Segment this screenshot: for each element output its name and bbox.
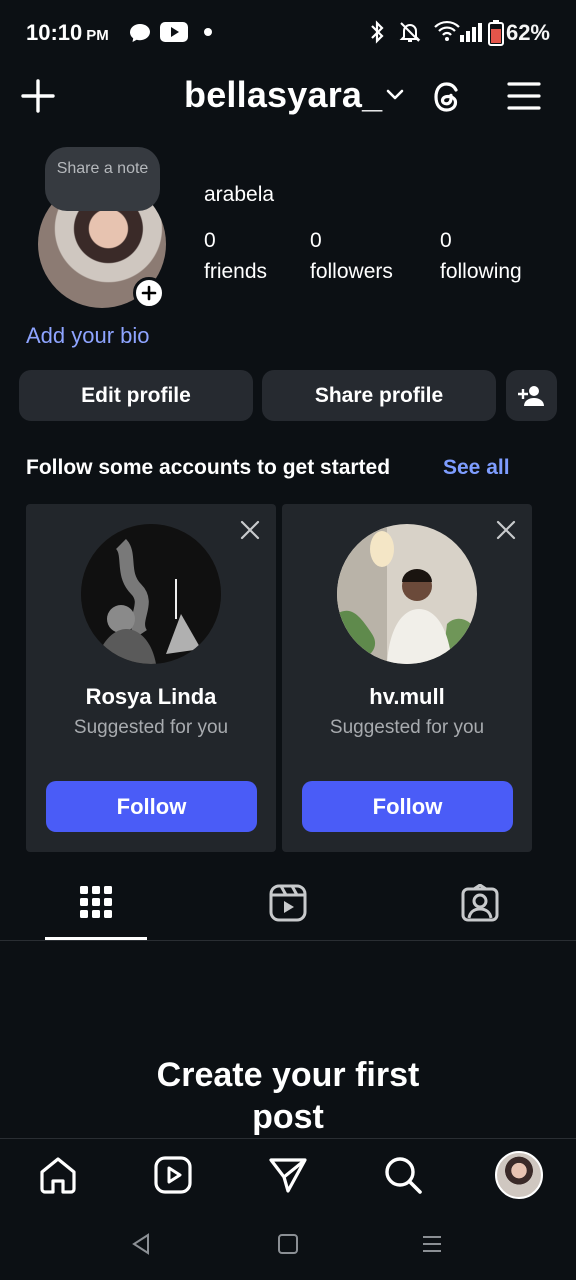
send-icon[interactable] (268, 1155, 308, 1195)
threads-icon[interactable] (429, 78, 465, 116)
bluetooth-icon (368, 20, 386, 44)
battery-icon (488, 20, 504, 46)
stat-label: following (440, 260, 522, 283)
suggestion-avatar[interactable] (337, 524, 477, 664)
stat-value: 0 (440, 229, 452, 252)
suggestions-heading: Follow some accounts to get started (26, 456, 391, 479)
wifi-icon (434, 20, 460, 42)
stat-label: followers (310, 260, 393, 283)
suggestion-name[interactable]: Rosya Linda (26, 684, 276, 710)
add-person-icon (517, 385, 546, 407)
stat-followers[interactable]: 0 followers (310, 225, 393, 287)
menu-hamburger-icon[interactable] (506, 80, 542, 112)
system-home-icon[interactable] (277, 1233, 299, 1255)
profile-nav-avatar[interactable] (495, 1151, 543, 1199)
close-icon[interactable] (494, 518, 518, 542)
edit-profile-button[interactable]: Edit profile (19, 370, 253, 421)
battery-percent: 62% (505, 20, 550, 45)
suggestion-subtitle: Suggested for you (73, 717, 229, 738)
stat-label: friends (204, 260, 268, 283)
stat-value: 0 (310, 229, 322, 252)
stat-following[interactable]: 0 following (440, 225, 522, 287)
suggestion-subtitle: Suggested for you (329, 717, 485, 738)
grid-icon[interactable] (78, 884, 114, 920)
signal-icon (460, 22, 482, 42)
create-plus-icon[interactable] (20, 78, 56, 114)
display-name: arabela (204, 183, 275, 206)
follow-button[interactable]: Follow (302, 781, 513, 832)
discover-people-button[interactable] (506, 370, 557, 421)
account-switcher-chevron-icon[interactable] (386, 88, 404, 102)
mute-bell-icon (398, 20, 422, 44)
system-back-icon[interactable] (130, 1232, 152, 1256)
status-bar: 10:10 PM 62% (0, 0, 576, 64)
suggestion-card: Rosya Linda Suggested for you Follow (26, 504, 276, 852)
search-icon[interactable] (383, 1155, 423, 1195)
notification-dot-icon (204, 28, 212, 36)
youtube-icon (160, 22, 188, 42)
suggestion-card: hv.mull Suggested for you Follow (282, 504, 532, 852)
tabs-divider (0, 940, 576, 941)
share-profile-button[interactable]: Share profile (262, 370, 496, 421)
add-bio-link[interactable]: Add your bio (26, 323, 150, 349)
close-icon[interactable] (238, 518, 262, 542)
suggestion-avatar[interactable] (81, 524, 221, 664)
suggestion-name[interactable]: hv.mull (282, 684, 532, 710)
tagged-icon[interactable] (461, 884, 499, 922)
empty-state-title: Create your first post (156, 1056, 420, 1136)
follow-button[interactable]: Follow (46, 781, 257, 832)
reels-nav-icon[interactable] (153, 1155, 193, 1195)
reels-icon[interactable] (269, 884, 307, 922)
message-bubble-icon (128, 22, 152, 44)
share-note-bubble[interactable]: Share a note (45, 147, 160, 211)
stat-friends[interactable]: 0 friends (204, 225, 267, 287)
username-title[interactable]: bellasyara_ (184, 74, 382, 116)
home-icon[interactable] (38, 1155, 78, 1195)
add-story-plus-icon[interactable] (133, 277, 165, 309)
system-recents-icon[interactable] (421, 1234, 443, 1254)
stat-value: 0 (204, 229, 216, 252)
see-all-link[interactable]: See all (443, 456, 510, 480)
status-time: 10:10 PM (26, 20, 109, 45)
